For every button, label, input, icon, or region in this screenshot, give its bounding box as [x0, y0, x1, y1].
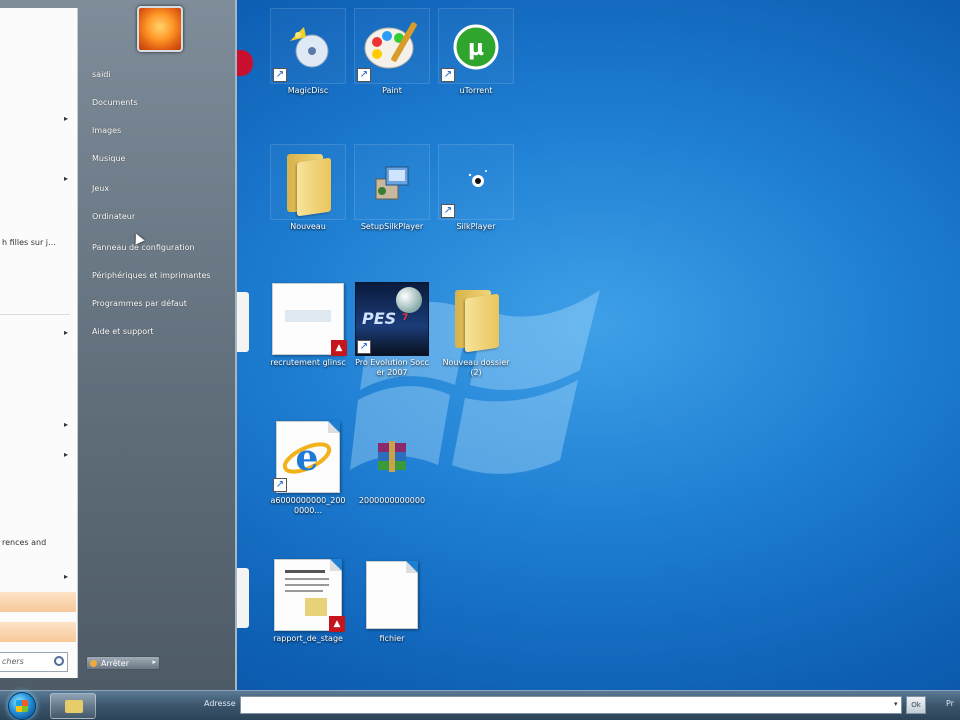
- taskbar: Adresse ▾ Ok Pr: [0, 690, 960, 720]
- submenu-arrow-icon[interactable]: ▸: [64, 328, 68, 337]
- start-menu-programs-pane: ▸ ▸ h filles sur j... ▸ ▸ ▸ rences and ▸: [0, 8, 78, 678]
- shortcut-arrow-icon: ↗: [441, 204, 455, 218]
- utorrent-icon: µ: [453, 24, 499, 70]
- desktop-icon-magicdisc[interactable]: ↗ MagicDisc: [269, 10, 347, 96]
- folder-icon: [65, 700, 83, 713]
- start-button[interactable]: [8, 692, 36, 720]
- submenu-arrow-icon[interactable]: ▸: [64, 450, 68, 459]
- address-input[interactable]: [240, 696, 902, 714]
- start-item-programmes-defaut[interactable]: Programmes par défaut: [92, 299, 187, 308]
- start-item-peripheriques[interactable]: Périphériques et imprimantes: [92, 271, 211, 280]
- highlighted-program-item[interactable]: [0, 622, 76, 642]
- program-item-text[interactable]: rences and: [2, 538, 46, 547]
- user-avatar[interactable]: [137, 6, 183, 52]
- address-toolbar-label: Adresse: [204, 699, 236, 708]
- desktop-icon-label: 2000000000000: [358, 496, 426, 505]
- taskbar-explorer-button[interactable]: [50, 693, 96, 719]
- desktop-icon-label: SilkPlayer: [456, 222, 496, 231]
- desktop-icon-label: MagicDisc: [287, 86, 329, 95]
- desktop-icon-paint[interactable]: ↗ Paint: [353, 10, 431, 96]
- start-item-ordinateur[interactable]: Ordinateur: [92, 212, 135, 221]
- start-item-panneau-configuration[interactable]: Panneau de configuration: [92, 243, 195, 252]
- highlighted-program-item[interactable]: [0, 592, 76, 612]
- desktop-icon-label: Pro Evolution Soccer 2007: [355, 358, 429, 377]
- chevron-down-icon[interactable]: ▾: [894, 700, 898, 708]
- submenu-arrow-icon[interactable]: ▸: [64, 174, 68, 183]
- folder-icon: [451, 288, 501, 353]
- start-menu: ▸ ▸ h filles sur j... ▸ ▸ ▸ rences and ▸…: [0, 0, 237, 690]
- folder-icon: [283, 152, 333, 217]
- partial-icon-edge: [237, 50, 253, 76]
- desktop-icon-label: SetupSilkPlayer: [360, 222, 424, 231]
- desktop-icon-label: a6000000000_2000000...: [270, 496, 346, 515]
- shutdown-label: Arrêter: [101, 659, 130, 668]
- start-item-musique[interactable]: Musique: [92, 154, 125, 163]
- pdf-icon: ▲: [274, 559, 345, 632]
- desktop-icon-folder-nouveau[interactable]: Nouveau: [269, 146, 347, 232]
- power-icon: [90, 660, 97, 667]
- desktop-icon-label: Nouveau dossier (2): [442, 358, 510, 377]
- desktop-icon-label: fichier: [379, 634, 405, 643]
- windows-flag-icon: [16, 700, 28, 712]
- desktop-icon-utorrent[interactable]: µ ↗ uTorrent: [437, 10, 515, 96]
- shortcut-arrow-icon: ↗: [273, 478, 287, 492]
- desktop-icon-label: Nouveau: [290, 222, 326, 231]
- setup-icon: [375, 166, 409, 200]
- desktop-icon-blank-file[interactable]: fichier: [353, 558, 431, 644]
- program-item-text[interactable]: h filles sur j...: [2, 238, 56, 247]
- acrobat-badge-icon: ▲: [331, 340, 347, 356]
- start-search-input[interactable]: chers: [0, 652, 68, 672]
- shutdown-button[interactable]: Arrêter ▸: [86, 656, 160, 670]
- start-item-aide-support[interactable]: Aide et support: [92, 327, 154, 336]
- search-placeholder: chers: [2, 657, 24, 666]
- svg-text:µ: µ: [468, 36, 484, 61]
- desktop-icon-winrar[interactable]: 2000000000000: [353, 420, 431, 506]
- chevron-right-icon[interactable]: ▸: [152, 658, 156, 666]
- desktop-icon-label: rapport_de_stage: [273, 634, 343, 643]
- shortcut-arrow-icon: ↗: [357, 340, 371, 354]
- shortcut-arrow-icon: ↗: [357, 68, 371, 82]
- start-item-documents[interactable]: Documents: [92, 98, 138, 107]
- desktop-icon-label: Paint: [382, 86, 402, 95]
- shortcut-arrow-icon: ↗: [273, 68, 287, 82]
- start-item-user[interactable]: saidi: [92, 70, 111, 79]
- desktop-icon-player[interactable]: ↗ SilkPlayer: [437, 146, 515, 232]
- pdf-icon: ▲: [272, 283, 347, 356]
- divider: [0, 314, 70, 315]
- player-icon: [468, 170, 487, 187]
- desktop-icon-label: recrutement glinsc: [270, 358, 346, 367]
- start-item-jeux[interactable]: Jeux: [92, 184, 109, 193]
- acrobat-badge-icon: ▲: [329, 616, 345, 632]
- shortcut-arrow-icon: ↗: [441, 68, 455, 82]
- partial-icon-edge: [237, 292, 249, 352]
- desktop-icon-setup[interactable]: SetupSilkPlayer: [353, 146, 431, 232]
- blank-file-icon: [366, 561, 418, 629]
- magicdisc-icon: [290, 27, 329, 68]
- desktop-icon-pdf-recrutement[interactable]: ▲ recrutement glinsc: [269, 282, 347, 368]
- winrar-icon: [378, 441, 406, 472]
- desktop-icon-pes[interactable]: PES 7 ↗ Pro Evolution Soccer 2007: [353, 282, 431, 378]
- desktop-icon-folder-nouveau-2[interactable]: Nouveau dossier (2): [437, 282, 515, 378]
- desktop-icon-ie-file[interactable]: e ↗ a6000000000_2000000...: [269, 420, 347, 516]
- taskbar-right-text: Pr: [946, 699, 954, 708]
- svg-text:e: e: [296, 437, 319, 479]
- desktop-icon-pdf-rapport[interactable]: ▲ rapport_de_stage: [269, 558, 347, 644]
- start-item-images[interactable]: Images: [92, 126, 121, 135]
- search-icon[interactable]: [54, 656, 64, 666]
- partial-icon-edge: [237, 568, 249, 628]
- submenu-arrow-icon[interactable]: ▸: [64, 114, 68, 123]
- submenu-arrow-icon[interactable]: ▸: [64, 420, 68, 429]
- submenu-arrow-icon[interactable]: ▸: [64, 572, 68, 581]
- desktop-icon-label: uTorrent: [459, 86, 493, 95]
- address-go-button[interactable]: Ok: [906, 696, 926, 714]
